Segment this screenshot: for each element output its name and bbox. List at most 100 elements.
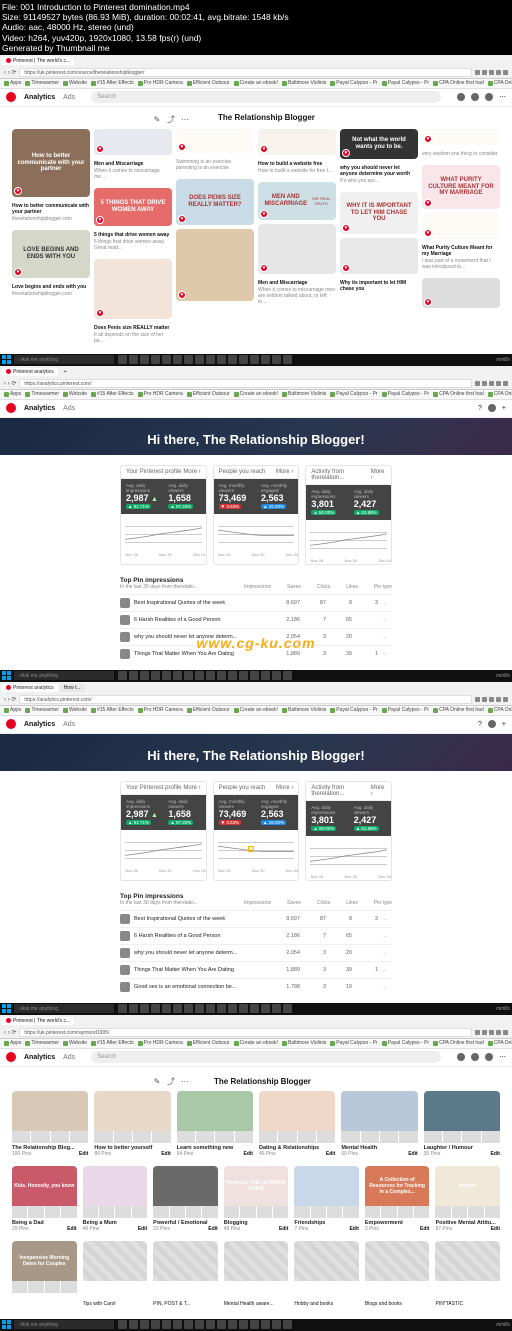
bookmark-item[interactable]: Apps bbox=[4, 80, 21, 86]
address-bar[interactable]: https://analytics.pinterest.com/ bbox=[19, 379, 472, 388]
taskbar-app-icon[interactable] bbox=[228, 1004, 237, 1013]
pin-card[interactable]: MEN AND MISCARRIAGETHE REAL TRUTH♥ bbox=[258, 182, 336, 220]
share-icon[interactable]: ⤴ bbox=[166, 115, 176, 125]
board-card[interactable]: Kids. Honestly, you knowBeing a Dad29 Pi… bbox=[12, 1166, 77, 1233]
taskbar-app-icon[interactable] bbox=[206, 1320, 215, 1329]
taskbar-app-icon[interactable] bbox=[283, 671, 292, 680]
bookmark-item[interactable]: CPA Online first had bbox=[488, 391, 512, 397]
board-edit-link[interactable]: Edit bbox=[326, 1151, 335, 1157]
board-card[interactable]: Dating & Relationships46 PinsEdit bbox=[259, 1091, 335, 1158]
taskbar-app-icon[interactable] bbox=[217, 355, 226, 364]
taskbar-app-icon[interactable] bbox=[250, 1320, 259, 1329]
bookmark-item[interactable]: Website bbox=[63, 391, 87, 397]
pin-card[interactable]: WHY IT IS IMPORTANT TO LET HIM CHASE YOU… bbox=[340, 192, 418, 234]
search-input[interactable]: Search bbox=[91, 1051, 441, 1063]
card-more-link[interactable]: More › bbox=[276, 469, 293, 475]
profile-icon[interactable] bbox=[488, 720, 496, 728]
taskbar-app-icon[interactable] bbox=[162, 671, 171, 680]
board-card[interactable]: Learn something new54 PinsEdit bbox=[177, 1091, 253, 1158]
bookmark-item[interactable]: Payal Calypso - Pr bbox=[330, 707, 377, 713]
card-more-link[interactable]: More › bbox=[183, 469, 200, 475]
windows-taskbar[interactable]: ○ Ask me anything mirillis bbox=[0, 1319, 512, 1331]
board-card[interactable]: Pinterest: THE ULTIMATE GUIDEBlogging49 … bbox=[224, 1166, 289, 1233]
nav-ads[interactable]: Ads bbox=[63, 405, 75, 412]
taskbar-app-icon[interactable] bbox=[261, 1004, 270, 1013]
bookmark-item[interactable]: Create an ebook! bbox=[234, 1040, 278, 1046]
nav-buttons[interactable]: ‹ › ⟳ bbox=[4, 696, 16, 703]
browser-tab[interactable]: Pinterest | The world's c... bbox=[2, 57, 74, 65]
bookmark-item[interactable]: Timewarmer bbox=[25, 1040, 59, 1046]
bookmarks-bar[interactable]: AppsTimewarmerWebsite#15 After EffectsPr… bbox=[0, 1039, 512, 1049]
taskbar-app-icon[interactable] bbox=[272, 355, 281, 364]
board-card[interactable]: Laughter / Humour35 PinsEdit bbox=[424, 1091, 500, 1158]
board-edit-link[interactable]: Edit bbox=[349, 1226, 358, 1232]
profile-icon[interactable] bbox=[488, 404, 496, 412]
bookmark-item[interactable]: CPA Online first had bbox=[488, 80, 512, 86]
board-card[interactable] bbox=[435, 1241, 500, 1293]
board-card[interactable] bbox=[365, 1241, 430, 1293]
bookmark-item[interactable]: Baltimore Violinis bbox=[282, 1040, 326, 1046]
bookmark-item[interactable]: Timewarmer bbox=[25, 391, 59, 397]
bookmark-item[interactable]: Pro HDR Camera bbox=[138, 1040, 183, 1046]
taskbar-app-icon[interactable] bbox=[162, 1320, 171, 1329]
board-card[interactable] bbox=[224, 1241, 289, 1293]
bookmark-item[interactable]: #15 After Effects bbox=[91, 707, 134, 713]
taskbar-app-icon[interactable] bbox=[272, 1320, 281, 1329]
bookmark-item[interactable]: CPA Online first had bbox=[488, 1040, 512, 1046]
browser-tab[interactable]: Pinterest analytics bbox=[2, 368, 58, 376]
pin-card[interactable]: ♥ bbox=[422, 278, 500, 308]
help-icon[interactable]: ? bbox=[478, 721, 482, 728]
pin-card[interactable]: ♥ bbox=[422, 213, 500, 239]
card-more-link[interactable]: More › bbox=[276, 785, 293, 791]
board-edit-link[interactable]: Edit bbox=[408, 1151, 417, 1157]
taskbar-app-icon[interactable] bbox=[129, 355, 138, 364]
bookmark-item[interactable]: Create an ebook! bbox=[234, 80, 278, 86]
more-icon[interactable]: ⋯ bbox=[180, 115, 190, 125]
board-edit-link[interactable]: Edit bbox=[138, 1226, 147, 1232]
bookmark-item[interactable]: CPA Online first had bbox=[433, 391, 484, 397]
board-edit-link[interactable]: Edit bbox=[79, 1151, 88, 1157]
nav-ads[interactable]: Ads bbox=[63, 94, 75, 101]
taskbar-app-icon[interactable] bbox=[272, 1004, 281, 1013]
cortana-search[interactable]: ○ Ask me anything bbox=[14, 1320, 114, 1329]
browser-tab-2[interactable]: How t... bbox=[60, 684, 85, 692]
bookmark-item[interactable]: Efficient Outsour bbox=[187, 391, 230, 397]
pinterest-logo-icon[interactable] bbox=[6, 719, 16, 729]
bookmark-item[interactable]: Payal Calypso - Pr bbox=[330, 1040, 377, 1046]
board-edit-link[interactable]: Edit bbox=[491, 1226, 500, 1232]
analytics-card[interactable]: Your Pinterest profileMore ›Avg. daily i… bbox=[120, 781, 207, 881]
top-pin-row[interactable]: why you should never let anyone determ..… bbox=[120, 628, 392, 645]
taskbar-app-icon[interactable] bbox=[217, 1004, 226, 1013]
edit-icon[interactable]: ✎ bbox=[152, 1077, 162, 1087]
bookmark-item[interactable]: Baltimore Violinis bbox=[282, 80, 326, 86]
bookmark-item[interactable]: Efficient Outsour bbox=[187, 707, 230, 713]
address-bar[interactable]: https://uk.pinterest.com/raymond1905/ bbox=[19, 1028, 472, 1037]
nav-buttons[interactable]: ‹ › ⟳ bbox=[4, 1029, 16, 1036]
taskbar-app-icon[interactable] bbox=[283, 355, 292, 364]
start-button[interactable] bbox=[2, 355, 12, 365]
taskbar-app-icon[interactable] bbox=[151, 1004, 160, 1013]
taskbar-app-icon[interactable] bbox=[283, 1320, 292, 1329]
taskbar-app-icon[interactable] bbox=[250, 1004, 259, 1013]
top-pin-row[interactable]: Things That Matter When You Are Dating1,… bbox=[120, 961, 392, 978]
top-pin-row[interactable]: Good sex is an emotional connection be..… bbox=[120, 978, 392, 995]
analytics-card[interactable]: People you reachMore ›Avg. monthly viewe… bbox=[213, 465, 300, 565]
analytics-card[interactable]: Activity from therelation...More ›Avg. d… bbox=[305, 465, 392, 565]
bookmark-item[interactable]: Timewarmer bbox=[25, 80, 59, 86]
pin-card[interactable]: ♥ bbox=[94, 129, 172, 155]
new-tab[interactable]: + bbox=[60, 368, 71, 376]
taskbar-app-icon[interactable] bbox=[140, 1004, 149, 1013]
add-icon[interactable]: + bbox=[502, 721, 506, 728]
taskbar-app-icon[interactable] bbox=[129, 1320, 138, 1329]
bookmark-item[interactable]: CPA Online first had bbox=[433, 707, 484, 713]
board-card[interactable]: The Relationship Blog...190 PinsEdit bbox=[12, 1091, 88, 1158]
windows-taskbar[interactable]: ○ Ask me anything mirillis bbox=[0, 670, 512, 682]
taskbar-app-icon[interactable] bbox=[184, 1004, 193, 1013]
address-bar[interactable]: https://analytics.pinterest.com/ bbox=[19, 695, 472, 704]
bookmark-item[interactable]: Payal Calypso - Pr bbox=[382, 707, 429, 713]
board-edit-link[interactable]: Edit bbox=[420, 1226, 429, 1232]
taskbar-app-icon[interactable] bbox=[228, 1320, 237, 1329]
taskbar-app-icon[interactable] bbox=[151, 1320, 160, 1329]
pin-card[interactable]: ♥ bbox=[94, 259, 172, 319]
pin-card[interactable]: How to better communicate with your part… bbox=[12, 129, 90, 197]
